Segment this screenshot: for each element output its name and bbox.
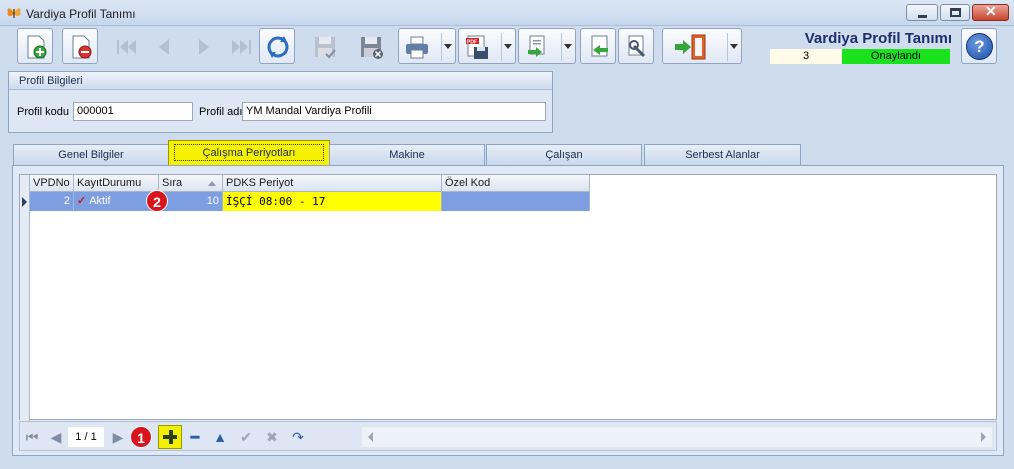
chevron-down-icon[interactable]	[504, 44, 512, 49]
remove-row-icon[interactable]: ━	[185, 428, 205, 446]
scroll-right-icon[interactable]	[981, 432, 986, 442]
plus-icon-bar	[163, 435, 177, 439]
record-count: 3	[770, 49, 842, 64]
previous-record-icon	[159, 39, 169, 55]
previous-record-button[interactable]	[145, 28, 181, 64]
status-badge: Onaylandı	[842, 49, 950, 64]
periods-grid[interactable]: VPDNo KayıtDurumu Sıra PDKS Periyot Özel…	[19, 174, 997, 421]
dropdown-separator	[561, 33, 562, 61]
sort-ascending-icon	[208, 181, 216, 186]
cell-pdks-periyot[interactable]: İŞÇİ 08:00 - 17	[223, 192, 442, 211]
annotation-badge-2: 2	[146, 190, 168, 212]
last-record-icon	[232, 40, 251, 54]
tab-genel-bilgiler[interactable]: Genel Bilgiler	[13, 144, 169, 165]
maximize-icon	[950, 8, 961, 17]
chevron-down-icon[interactable]	[564, 44, 572, 49]
refresh-icon	[267, 36, 289, 58]
dropdown-separator	[501, 33, 502, 61]
tab-serbest-alanlar[interactable]: Serbest Alanlar	[644, 144, 801, 165]
first-record-icon	[117, 40, 136, 54]
column-header-pdks-periyot[interactable]: PDKS Periyot	[223, 175, 442, 192]
next-record-button[interactable]	[185, 28, 221, 64]
current-row-icon	[22, 197, 27, 207]
add-row-button[interactable]	[158, 425, 182, 449]
profile-name-label: Profil adı	[199, 106, 243, 118]
grid-navigator: ⏮ ◀ 1 / 1 ▶ 1 ━ ▲ ✔ ✖ ↷	[19, 421, 997, 451]
pdf-export-icon: PDF	[466, 35, 488, 59]
dropdown-separator	[441, 33, 442, 61]
next-record-icon	[199, 39, 209, 55]
chevron-down-icon[interactable]	[444, 44, 452, 49]
redo-icon[interactable]: ↷	[288, 428, 308, 446]
profile-name-field[interactable]: YM Mandal Vardiya Profili	[242, 102, 546, 121]
close-icon: ✕	[985, 3, 997, 19]
new-document-icon	[27, 35, 47, 59]
export-icon	[528, 35, 545, 57]
profile-code-field[interactable]: 000001	[73, 102, 193, 121]
minimize-icon	[918, 15, 927, 18]
column-header-sira[interactable]: Sıra	[159, 175, 223, 192]
delete-button[interactable]	[62, 28, 98, 64]
help-icon: ?	[966, 33, 993, 60]
move-up-icon[interactable]: ▲	[210, 428, 230, 446]
profile-group: Profil Bilgileri Profil kodu 000001 Prof…	[8, 71, 553, 133]
column-header-vpdno[interactable]: VPDNo	[30, 175, 74, 192]
tools-button[interactable]	[618, 28, 654, 64]
cancel-save-icon	[361, 37, 383, 59]
page-indicator: 1 / 1	[68, 427, 104, 447]
tab-calisma-periyotlari[interactable]: Çalışma Periyotları	[168, 140, 330, 166]
tab-calisan[interactable]: Çalışan	[486, 144, 642, 165]
next-page-icon[interactable]: ▶	[108, 428, 128, 446]
svg-text:PDF: PDF	[467, 40, 477, 46]
tools-icon	[628, 35, 646, 58]
exit-icon	[675, 34, 706, 60]
pdf-export-button[interactable]: PDF	[458, 28, 516, 64]
close-button[interactable]: ✕	[972, 3, 1009, 21]
focus-rect	[174, 144, 324, 161]
cancel-edit-icon[interactable]: ✖	[262, 428, 282, 446]
import-button[interactable]	[580, 28, 616, 64]
help-button[interactable]: ?	[961, 28, 997, 64]
first-record-button[interactable]	[108, 28, 144, 64]
chevron-down-icon[interactable]	[730, 44, 738, 49]
cancel-save-button[interactable]	[352, 28, 388, 64]
checkmark-icon: ✓	[77, 195, 87, 207]
cell-vpdno[interactable]: 2	[30, 192, 74, 211]
first-page-icon[interactable]: ⏮	[22, 428, 42, 446]
confirm-icon[interactable]: ✔	[236, 428, 256, 446]
horizontal-scrollbar[interactable]	[362, 427, 992, 447]
cell-status-text: Aktif	[89, 195, 111, 207]
scroll-left-icon[interactable]	[368, 432, 373, 442]
cell-ozel-kod[interactable]	[442, 192, 590, 211]
column-header-ozel-kod[interactable]: Özel Kod	[442, 175, 590, 192]
new-button[interactable]	[17, 28, 53, 64]
maximize-button[interactable]	[940, 4, 970, 21]
form-title: Vardiya Profil Tanımı	[804, 30, 952, 47]
cell-sira[interactable]: 10	[159, 192, 223, 211]
print-button[interactable]	[398, 28, 456, 64]
save-icon	[315, 37, 336, 59]
save-button[interactable]	[306, 28, 342, 64]
window-title: Vardiya Profil Tanımı	[26, 7, 136, 21]
import-icon	[591, 35, 608, 57]
row-indicator-column	[20, 175, 30, 421]
annotation-badge-1: 1	[130, 426, 152, 448]
exit-button[interactable]	[662, 28, 742, 64]
tab-makine[interactable]: Makine	[329, 144, 485, 165]
butterfly-icon	[7, 8, 21, 18]
dropdown-separator	[727, 33, 728, 61]
delete-document-icon	[72, 35, 92, 59]
minimize-button[interactable]	[906, 4, 938, 21]
refresh-button[interactable]	[259, 28, 295, 64]
title-bar: Vardiya Profil Tanımı ✕	[0, 0, 1014, 26]
last-record-button[interactable]	[222, 28, 258, 64]
export-button[interactable]	[518, 28, 576, 64]
print-icon	[406, 36, 428, 59]
previous-page-icon[interactable]: ◀	[46, 428, 66, 446]
column-label: Sıra	[162, 177, 183, 189]
table-row[interactable]: 2 ✓ Aktif 10 İŞÇİ 08:00 - 17	[30, 192, 590, 211]
profile-code-label: Profil kodu	[17, 106, 69, 118]
group-title: Profil Bilgileri	[9, 72, 552, 90]
column-header-kayitdurumu[interactable]: KayıtDurumu	[74, 175, 159, 192]
